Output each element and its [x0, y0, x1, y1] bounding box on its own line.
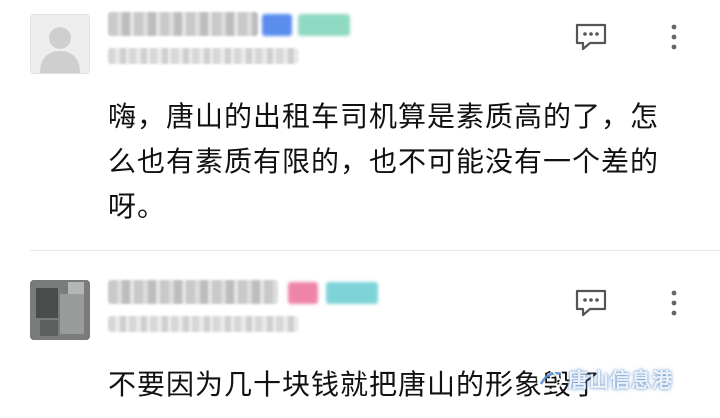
username[interactable] — [108, 12, 258, 36]
user-badge — [288, 282, 318, 304]
more-vertical-icon[interactable] — [664, 288, 684, 322]
more-vertical-icon[interactable] — [664, 22, 684, 56]
watermark-text: 唐山信息港 — [568, 368, 673, 392]
watermark-logo-icon — [536, 364, 564, 392]
level-badge — [326, 282, 378, 304]
comment-item: 嗨，唐山的出租车司机算是素质高的了，怎么也有素质有限的，也不可能没有一个差的呀。 — [0, 0, 720, 250]
watermark: 唐山信息港 — [534, 362, 714, 396]
username[interactable] — [108, 280, 278, 304]
comment-divider — [30, 250, 720, 251]
user-avatar-icon — [30, 280, 90, 340]
level-badge — [298, 14, 350, 36]
comment-icon[interactable] — [574, 288, 608, 322]
comment-meta — [108, 316, 298, 332]
avatar[interactable] — [30, 14, 90, 74]
comment-icon[interactable] — [574, 22, 608, 56]
comment-text: 嗨，唐山的出租车司机算是素质高的了，怎么也有素质有限的，也不可能没有一个差的呀。 — [108, 100, 660, 223]
avatar[interactable] — [30, 280, 90, 340]
comment-meta — [108, 48, 298, 64]
user-badge — [262, 14, 292, 36]
default-avatar-icon — [40, 27, 80, 73]
